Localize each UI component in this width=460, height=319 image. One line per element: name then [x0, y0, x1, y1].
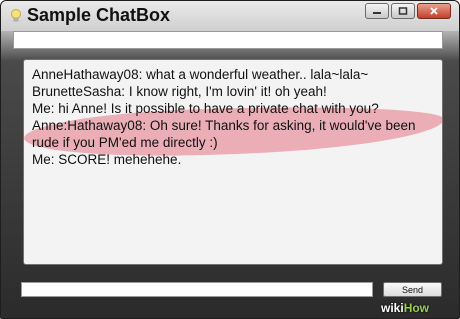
chat-message: BrunetteSasha: I know right, I'm lovin' …	[32, 84, 327, 99]
maximize-icon	[398, 7, 408, 15]
top-input-field[interactable]	[13, 31, 443, 49]
minimize-button[interactable]	[365, 3, 389, 19]
watermark: wikiHow	[381, 301, 429, 315]
close-icon	[430, 7, 438, 15]
chat-message: Anne:Hathaway08: Oh sure! Thanks for ask…	[32, 118, 416, 133]
maximize-button[interactable]	[391, 3, 415, 19]
chat-log[interactable]: AnneHathaway08: what a wonderful weather…	[23, 59, 443, 265]
message-input[interactable]	[21, 282, 373, 297]
watermark-part1: wiki	[381, 301, 404, 315]
send-button[interactable]: Send	[383, 282, 442, 297]
chat-message: Me: SCORE! mehehehe.	[32, 152, 182, 167]
chat-message: rude if you PM'ed me directly :)	[32, 135, 218, 150]
chat-message: Me: hi Anne! Is it possible to have a pr…	[32, 101, 379, 116]
minimize-icon	[373, 12, 381, 14]
watermark-part2: How	[403, 301, 430, 315]
lightbulb-icon	[11, 9, 21, 22]
chat-message: AnneHathaway08: what a wonderful weather…	[32, 67, 369, 82]
window-title: Sample ChatBox	[27, 5, 171, 25]
close-button[interactable]	[417, 3, 451, 19]
chat-window: Sample ChatBox AnneHathaway08: what a wo…	[0, 0, 460, 319]
window-controls	[365, 3, 451, 19]
title-bar[interactable]: Sample ChatBox	[1, 1, 459, 31]
